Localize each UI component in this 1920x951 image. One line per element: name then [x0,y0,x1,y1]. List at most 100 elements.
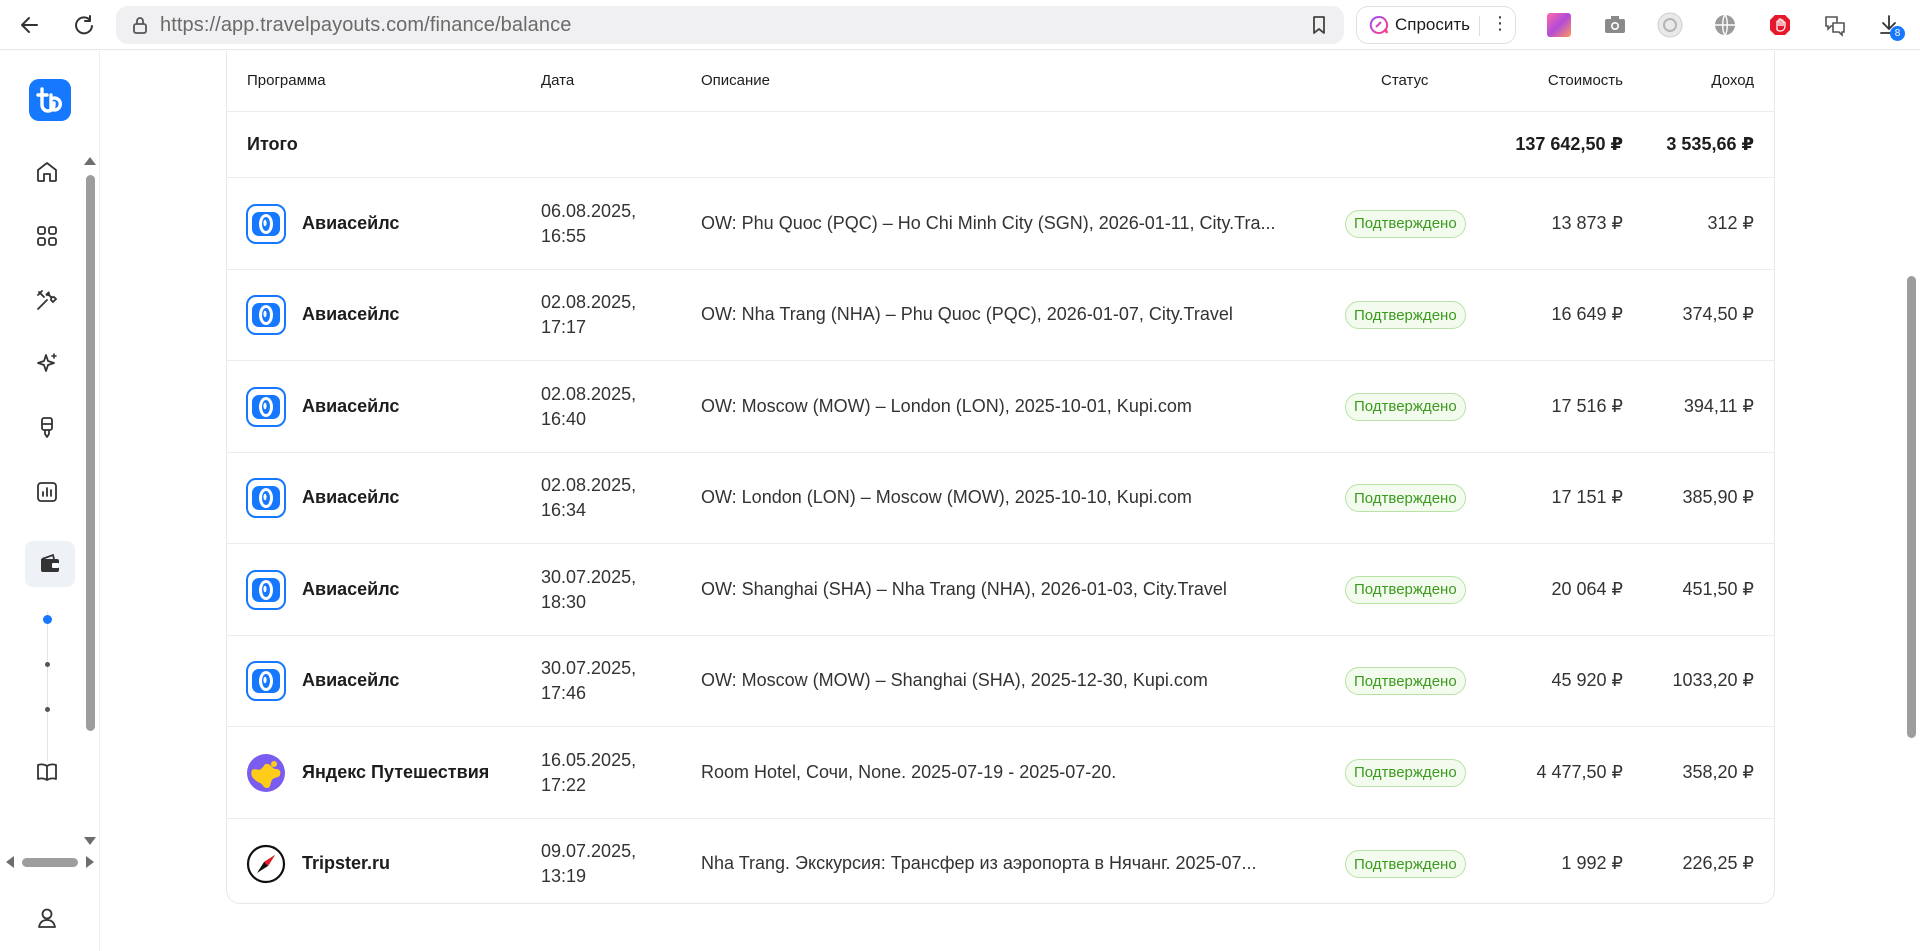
program-name: Авиасейлс [302,487,400,508]
row-income: 374,50 ₽ [1682,304,1754,325]
header-cost[interactable]: Стоимость [1548,72,1623,89]
row-date-day: 30.07.2025, [541,658,637,679]
row-description: Room Hotel, Сочи, None. 2025-07-19 - 202… [701,761,1117,782]
row-date: 02.08.2025, 17:17 [541,290,636,340]
header-program[interactable]: Программа [247,72,326,89]
reload-icon[interactable] [70,11,98,39]
total-label: Итого [247,134,298,154]
ask-button[interactable]: Спросить ⋮ [1356,6,1516,44]
status-badge: Подтверждено [1345,301,1466,330]
row-cost: 17 516 ₽ [1551,395,1623,416]
row-date-day: 09.07.2025, [541,841,637,862]
scroll-left-arrow[interactable] [6,856,14,868]
status-badge: Подтверждено [1345,484,1466,513]
sidebar-scrollbar-thumb[interactable] [86,175,95,731]
subnav-dot-active[interactable] [43,615,52,624]
globe-icon[interactable] [1712,12,1738,38]
row-date-time: 16:55 [541,225,587,246]
row-date-day: 02.08.2025, [541,383,637,404]
row-date-time: 16:40 [541,408,587,429]
row-date-day: 02.08.2025, [541,475,637,496]
tools-icon[interactable] [30,283,64,317]
program-name: Авиасейлс [302,395,400,416]
table-row[interactable]: Авиасейлс 30.07.2025, 17:46 OW: Moscow (MOW… [227,636,1774,727]
aviasales-icon [246,478,286,519]
row-date-day: 06.08.2025, [541,200,637,221]
row-date-time: 18:30 [541,591,587,612]
ai-assistant-icon [1369,15,1389,34]
downloads-icon[interactable]: 8 [1876,12,1905,41]
scroll-up-arrow[interactable] [84,157,96,165]
book-icon[interactable] [30,755,64,789]
horizontal-scrollbar-thumb[interactable] [22,858,78,867]
row-description: OW: Nha Trang (NHA) – Phu Quoc (PQC), 20… [701,304,1233,325]
scroll-right-arrow[interactable] [86,856,94,868]
program-name: Авиасейлс [302,670,400,691]
statistics-icon[interactable] [30,475,64,509]
row-cost: 17 151 ₽ [1551,487,1623,508]
row-date-time: 16:34 [541,500,587,521]
header-date[interactable]: Дата [541,72,574,89]
url-path: /finance/balance [424,13,572,36]
subnav-line [47,611,48,761]
row-income: 451,50 ₽ [1682,578,1754,599]
table-row[interactable]: Авиасейлс 02.08.2025, 16:40 OW: Moscow (MOW… [227,361,1774,453]
home-icon[interactable] [30,155,64,189]
table-row[interactable]: Авиасейлс 02.08.2025, 16:34 OW: London (LON… [227,453,1774,544]
main-content: Программа Дата Описание Статус Стоимость… [101,51,1901,951]
tripster-icon [246,844,286,884]
row-date-time: 13:19 [541,866,587,887]
table-row[interactable]: Авиасейлс 06.08.2025, 16:55 OW: Phu Quoc (P… [227,178,1774,270]
row-income: 1033,20 ₽ [1672,670,1754,691]
dashboard-icon[interactable] [30,219,64,253]
ai-sparkle-icon[interactable] [30,347,64,381]
status-badge: Подтверждено [1345,575,1466,604]
bookmark-icon[interactable] [1308,14,1330,36]
status-badge: Подтверждено [1345,758,1466,787]
subnav-dot[interactable] [45,662,50,667]
aviasales-icon [246,569,286,610]
row-description: OW: Phu Quoc (PQC) – Ho Chi Minh City (S… [701,212,1276,233]
header-status[interactable]: Статус [1381,72,1428,89]
table-row[interactable]: Tripster.ru 09.07.2025, 13:19 Nha Trang. Эк… [227,819,1774,911]
sidebar-horizontal-scrollbar[interactable] [6,854,96,870]
back-icon[interactable] [16,11,44,39]
aviasales-icon [246,661,286,702]
more-vertical-icon[interactable]: ⋮ [1491,13,1509,34]
row-cost: 1 992 ₽ [1561,853,1624,874]
extension-badge-icon[interactable] [1657,12,1683,38]
gradient-extension-icon[interactable] [1546,12,1572,38]
header-description: Описание [701,72,771,89]
program-name: Авиасейлс [302,212,400,233]
table-row[interactable]: Авиасейлс 30.07.2025, 18:30 OW: Shanghai (S… [227,544,1774,636]
user-icon[interactable] [30,901,64,935]
subnav-dot[interactable] [45,707,50,712]
row-date: 09.07.2025, 13:19 [541,839,636,889]
scroll-down-arrow[interactable] [84,837,96,845]
travelpayouts-logo[interactable] [29,79,71,121]
total-income: 3 535,66 ₽ [1666,134,1754,154]
marker-icon[interactable] [30,411,64,445]
page-scrollbar-thumb[interactable] [1907,276,1916,738]
row-date: 02.08.2025, 16:40 [541,382,636,432]
program-name: Яндекс Путешествия [302,761,490,782]
translate-icon[interactable] [1822,12,1848,38]
url-text: https://app.travelpayouts.com/finance/ba… [160,14,571,37]
program-name: Авиасейлс [302,304,400,325]
transactions-table: Программа Дата Описание Статус Стоимость… [226,51,1775,904]
lock-icon [133,17,147,34]
camera-icon[interactable] [1602,12,1628,38]
divider [1479,16,1480,36]
aviasales-icon [246,203,286,244]
header-income[interactable]: Доход [1711,72,1754,89]
aviasales-icon [246,386,286,427]
status-badge: Подтверждено [1345,850,1466,879]
row-cost: 45 920 ₽ [1551,670,1623,691]
address-bar[interactable]: https://app.travelpayouts.com/finance/ba… [116,6,1344,44]
table-row[interactable]: Авиасейлс 02.08.2025, 17:17 OW: Nha Trang (… [227,270,1774,361]
wallet-icon[interactable] [25,541,75,587]
status-badge: Подтверждено [1345,209,1466,238]
table-row[interactable]: Яндекс Путешествия 16.05.2025, 17:22 Room H… [227,727,1774,819]
row-description: Nha Trang. Экскурсия: Трансфер из аэропо… [701,853,1257,874]
adblock-icon[interactable] [1767,12,1793,38]
